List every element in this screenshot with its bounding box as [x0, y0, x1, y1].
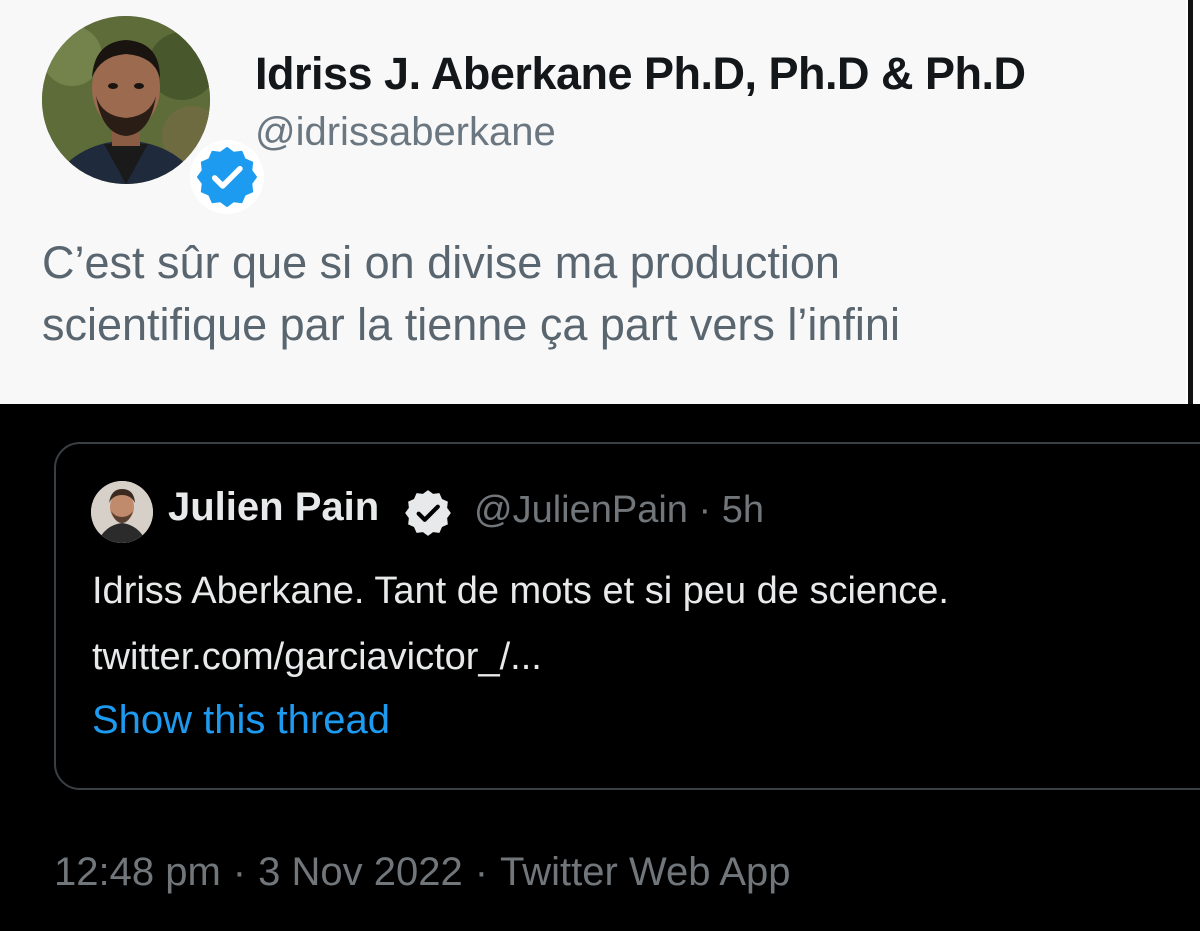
- tweet-text: C’est sûr que si on divise ma production…: [42, 232, 1162, 356]
- main-tweet: Idriss J. Aberkane Ph.D, Ph.D & Ph.D @id…: [0, 0, 1186, 404]
- quoted-link[interactable]: twitter.com/garciavictor_/...: [92, 624, 949, 690]
- quoted-author-name[interactable]: Julien Pain: [168, 485, 379, 530]
- author-name[interactable]: Idriss J. Aberkane Ph.D, Ph.D & Ph.D: [255, 48, 1026, 100]
- quoted-author-avatar[interactable]: [91, 481, 153, 543]
- avatar-portrait-icon: [91, 481, 153, 543]
- tweet-source[interactable]: Twitter Web App: [500, 850, 791, 894]
- scrollbar-edge: [1186, 0, 1200, 404]
- quoted-author-handle[interactable]: @JulienPain: [474, 489, 688, 531]
- author-handle[interactable]: @idrissaberkane: [255, 110, 556, 155]
- verified-badge-icon: [190, 140, 264, 214]
- author-avatar[interactable]: [42, 16, 210, 184]
- quoted-time-ago[interactable]: 5h: [722, 489, 764, 531]
- separator: ·: [232, 850, 247, 894]
- tweet-time[interactable]: 12:48 pm: [54, 850, 221, 894]
- avatar-portrait-icon: [42, 16, 210, 184]
- separator: ·: [698, 489, 712, 531]
- quoted-handle-time: @JulienPain · 5h: [474, 489, 764, 532]
- quoted-tweet-text: Idriss Aberkane. Tant de mots et si peu …: [92, 558, 949, 690]
- tweet-meta: 12:48 pm · 3 Nov 2022 · Twitter Web App: [54, 850, 791, 895]
- tweet-text-line: C’est sûr que si on divise ma production: [42, 237, 840, 288]
- show-thread-link[interactable]: Show this thread: [92, 698, 390, 743]
- verified-badge-icon: [405, 490, 451, 536]
- tweet-date[interactable]: 3 Nov 2022: [258, 850, 463, 894]
- separator: ·: [474, 850, 489, 894]
- quoted-text-line: Idriss Aberkane. Tant de mots et si peu …: [92, 570, 949, 612]
- tweet-text-line: scientifique par la tienne ça part vers …: [42, 299, 900, 350]
- author-avatar-container[interactable]: [42, 16, 264, 214]
